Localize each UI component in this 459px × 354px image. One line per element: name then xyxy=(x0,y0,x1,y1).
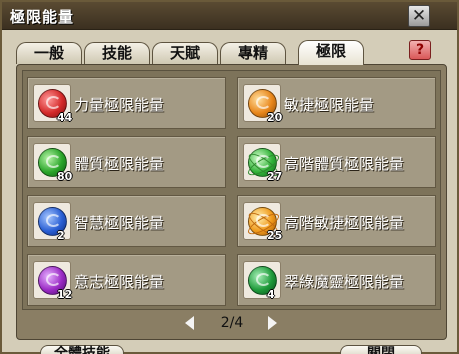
slot-icon-frame: 2 xyxy=(33,202,71,242)
slot-icon-frame: 44 xyxy=(33,84,73,124)
tab-talents[interactable]: 天賦 xyxy=(152,42,218,64)
slot-label: 力量極限能量 xyxy=(74,96,165,114)
item-count: 27 xyxy=(267,170,283,183)
tab-bar: 一般 技能 天賦 專精 極限 xyxy=(16,40,456,65)
item-count: 12 xyxy=(57,288,73,301)
item-count: 25 xyxy=(267,229,283,242)
slot-icon-frame: 27 xyxy=(243,143,283,183)
energy-slot-advanced-agility[interactable]: 25 高階敏捷極限能量 xyxy=(237,195,436,247)
tab-skills[interactable]: 技能 xyxy=(84,42,150,64)
slot-label: 高階體質極限能量 xyxy=(284,155,405,173)
energy-grid: 44 力量極限能量 20 敏捷極限能量 80 體質極限能量 27 高階體質極限能… xyxy=(22,70,441,310)
window-title: 極限能量 xyxy=(10,8,75,26)
tab-mastery[interactable]: 專精 xyxy=(220,42,286,64)
energy-slot-emerald-spirit[interactable]: 4 翠綠魔靈極限能量 xyxy=(237,254,436,306)
item-count: 20 xyxy=(267,111,283,124)
content-panel: 44 力量極限能量 20 敏捷極限能量 80 體質極限能量 27 高階體質極限能… xyxy=(16,64,447,340)
energy-slot-willpower[interactable]: 12 意志極限能量 xyxy=(27,254,226,306)
slot-icon-frame: 4 xyxy=(243,261,281,301)
slot-label: 敏捷極限能量 xyxy=(284,96,375,114)
pagination: 2/4 xyxy=(177,313,287,335)
slot-label: 意志極限能量 xyxy=(74,273,165,291)
slot-icon-frame: 80 xyxy=(33,143,73,183)
energy-slot-constitution[interactable]: 80 體質極限能量 xyxy=(27,136,226,188)
energy-slot-agility[interactable]: 20 敏捷極限能量 xyxy=(237,77,436,129)
item-count: 2 xyxy=(57,229,65,242)
item-count: 80 xyxy=(57,170,73,183)
title-bar[interactable]: 極限能量 ✕ xyxy=(2,2,457,30)
slot-icon-frame: 25 xyxy=(243,202,283,242)
all-skills-button[interactable]: 全體技能 xyxy=(40,345,124,354)
slot-label: 體質極限能量 xyxy=(74,155,165,173)
slot-label: 高階敏捷極限能量 xyxy=(284,214,405,232)
slot-icon-frame: 12 xyxy=(33,261,73,301)
item-count: 4 xyxy=(267,288,275,301)
tab-general[interactable]: 一般 xyxy=(16,42,82,64)
help-button[interactable]: ? xyxy=(409,40,431,60)
energy-slot-advanced-constitution[interactable]: 27 高階體質極限能量 xyxy=(237,136,436,188)
close-window-button[interactable]: 關閉 xyxy=(340,345,422,354)
close-button[interactable]: ✕ xyxy=(408,5,430,27)
prev-page-arrow-icon[interactable] xyxy=(185,316,194,330)
slot-icon-frame: 20 xyxy=(243,84,283,124)
next-page-arrow-icon[interactable] xyxy=(268,316,277,330)
slot-label: 翠綠魔靈極限能量 xyxy=(284,273,405,291)
energy-window: 極限能量 ✕ 一般 技能 天賦 專精 極限 ? 44 力量極限能量 20 敏捷極… xyxy=(0,0,459,354)
tab-limit[interactable]: 極限 xyxy=(298,40,364,65)
page-indicator: 2/4 xyxy=(220,315,244,331)
energy-slot-strength[interactable]: 44 力量極限能量 xyxy=(27,77,226,129)
energy-slot-wisdom[interactable]: 2 智慧極限能量 xyxy=(27,195,226,247)
item-count: 44 xyxy=(57,111,73,124)
slot-label: 智慧極限能量 xyxy=(74,214,165,232)
